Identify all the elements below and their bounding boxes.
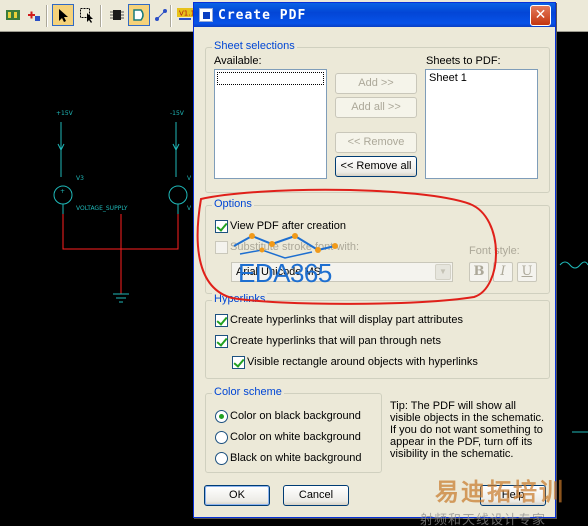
hyperlink-rectangle-label[interactable]: Visible rectangle around objects with hy… [247, 356, 478, 368]
available-label: Available: [214, 55, 262, 67]
hyperlink-rectangle-checkbox[interactable] [232, 356, 245, 369]
remove-all-button[interactable]: << Remove all [335, 156, 417, 177]
source-left-value: VOLTAGE_SUPPLY [76, 205, 128, 212]
hyperlinks-title: Hyperlinks [212, 293, 268, 305]
app-icon [199, 8, 213, 22]
black-on-white-label[interactable]: Black on white background [230, 452, 361, 464]
bold-button[interactable]: B [469, 262, 489, 282]
color-on-black-radio[interactable] [215, 410, 228, 423]
substitute-font-checkbox[interactable] [215, 241, 228, 254]
source-right-ref: V [187, 175, 192, 182]
voltage-source-right [168, 185, 188, 205]
hyperlink-nets-checkbox[interactable] [215, 335, 228, 348]
right-edge-wire [559, 261, 588, 269]
add-all-button[interactable]: Add all >> [335, 97, 417, 118]
chip-icon[interactable] [106, 4, 128, 26]
hyperlink-attributes-label[interactable]: Create hyperlinks that will display part… [230, 314, 463, 326]
ground-wire-right [121, 214, 179, 250]
list-item[interactable]: Sheet 1 [429, 72, 467, 84]
schematic-icon[interactable] [2, 4, 24, 26]
sheets-to-pdf-list[interactable]: Sheet 1 [425, 69, 538, 179]
available-list[interactable] [214, 69, 327, 179]
color-on-white-label[interactable]: Color on white background [230, 431, 361, 443]
watermark-subtitle: 射频和天线设计专家 [420, 513, 547, 526]
font-style-buttons: B I U [469, 262, 539, 282]
dialog-title: Create PDF [218, 8, 307, 23]
chevron-down-icon[interactable]: ▼ [435, 264, 451, 280]
view-pdf-label[interactable]: View PDF after creation [230, 220, 346, 232]
list-focus-rect [217, 72, 324, 85]
italic-button[interactable]: I [493, 262, 513, 282]
hyperlink-attributes-checkbox[interactable] [215, 314, 228, 327]
ok-button[interactable]: OK [204, 485, 270, 506]
underline-button[interactable]: U [517, 262, 537, 282]
add-button[interactable]: Add >> [335, 73, 417, 94]
close-button[interactable]: ✕ [530, 5, 551, 26]
source-right-value: V [187, 205, 192, 212]
substitute-font-label[interactable]: Substitute stroke font with: [230, 241, 359, 253]
color-on-black-label[interactable]: Color on black background [230, 410, 361, 422]
probe-icon[interactable] [150, 4, 172, 26]
font-style-label: Font style: [469, 245, 520, 257]
hyperlink-nets-label[interactable]: Create hyperlinks that will pan through … [230, 335, 441, 347]
source-left-ref: V3 [76, 175, 84, 182]
remove-button[interactable]: << Remove [335, 132, 417, 153]
options-title: Options [212, 198, 254, 210]
watermark-title: 易迪拓培训 [435, 478, 565, 506]
logic-gate-icon[interactable] [128, 4, 150, 26]
view-pdf-checkbox[interactable] [215, 220, 228, 233]
add-part-icon[interactable] [22, 4, 44, 26]
dialog-titlebar[interactable]: Create PDF ✕ [194, 3, 555, 27]
color-on-white-radio[interactable] [215, 431, 228, 444]
sheet-selections-title: Sheet selections [212, 40, 297, 52]
sheets-to-pdf-label: Sheets to PDF: [426, 55, 501, 67]
select-arrow-icon[interactable] [52, 4, 74, 26]
ground-wire [62, 214, 122, 250]
ground-symbol [113, 293, 129, 303]
eda365-logo: EDA365 [238, 258, 332, 288]
svg-text:V1.1: V1.1 [179, 10, 194, 18]
select-area-icon[interactable] [76, 4, 98, 26]
tip-text: Tip: The PDF will show all visible objec… [390, 400, 545, 460]
color-scheme-title: Color scheme [212, 386, 284, 398]
net-label-plus15v: +15V [56, 110, 73, 117]
svg-text:+: + [60, 188, 65, 195]
black-on-white-radio[interactable] [215, 452, 228, 465]
net-label-minus15v: -15V [170, 110, 184, 117]
cancel-button[interactable]: Cancel [283, 485, 349, 506]
